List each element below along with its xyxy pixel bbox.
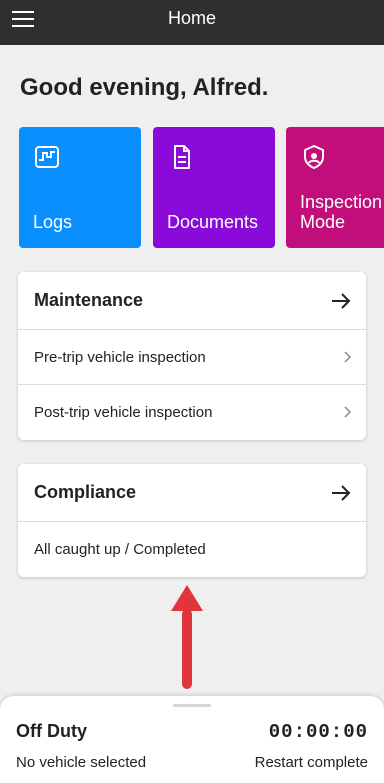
compliance-status-row: All caught up / Completed: [18, 522, 366, 577]
drag-handle[interactable]: [173, 704, 211, 707]
duty-timer: 00:00:00: [268, 721, 368, 743]
documents-tile[interactable]: Documents: [153, 127, 275, 248]
duty-status: Off Duty: [16, 721, 87, 741]
tile-label-logs: Logs: [33, 212, 73, 232]
tile-label-inspection-mode: Inspection Mode: [300, 192, 383, 232]
inspection-mode-tile[interactable]: Inspection Mode: [286, 127, 384, 248]
greeting-text: Good evening, Alfred.: [20, 74, 269, 101]
chevron-right-icon: [344, 351, 352, 363]
annotation-arrow-icon: [171, 585, 203, 689]
maintenance-title: Maintenance: [34, 290, 144, 310]
vehicle-status: No vehicle selected: [16, 754, 147, 771]
tile-label-documents: Documents: [167, 212, 259, 232]
restart-status: Restart complete: [254, 754, 368, 771]
list-item-label: Post-trip vehicle inspection: [34, 404, 213, 421]
logs-tile[interactable]: Logs: [19, 127, 141, 248]
arrow-right-icon[interactable]: [330, 290, 352, 312]
page-title: Home: [167, 8, 216, 28]
shield-badge-icon: [304, 145, 324, 169]
top-app-bar: Home: [0, 0, 384, 45]
compliance-status-text: All caught up / Completed: [34, 541, 206, 558]
compliance-title: Compliance: [34, 482, 137, 502]
maintenance-header[interactable]: Maintenance: [18, 272, 366, 330]
maintenance-card: Maintenance Pre-trip vehicle inspection …: [18, 272, 366, 440]
compliance-card: Compliance All caught up / Completed: [18, 464, 366, 577]
compliance-header[interactable]: Compliance: [18, 464, 366, 522]
arrow-right-icon[interactable]: [330, 482, 352, 504]
chevron-right-icon: [344, 406, 352, 418]
logs-chart-icon: [35, 146, 59, 168]
document-icon: [174, 145, 190, 169]
duty-status-panel[interactable]: Off Duty 00:00:00 No vehicle selected Re…: [0, 696, 384, 783]
quick-action-tiles: Logs Documents Inspection Mode: [19, 127, 384, 248]
list-item-label: Pre-trip vehicle inspection: [34, 349, 206, 366]
post-trip-inspection-item[interactable]: Post-trip vehicle inspection: [18, 385, 366, 440]
pre-trip-inspection-item[interactable]: Pre-trip vehicle inspection: [18, 330, 366, 385]
